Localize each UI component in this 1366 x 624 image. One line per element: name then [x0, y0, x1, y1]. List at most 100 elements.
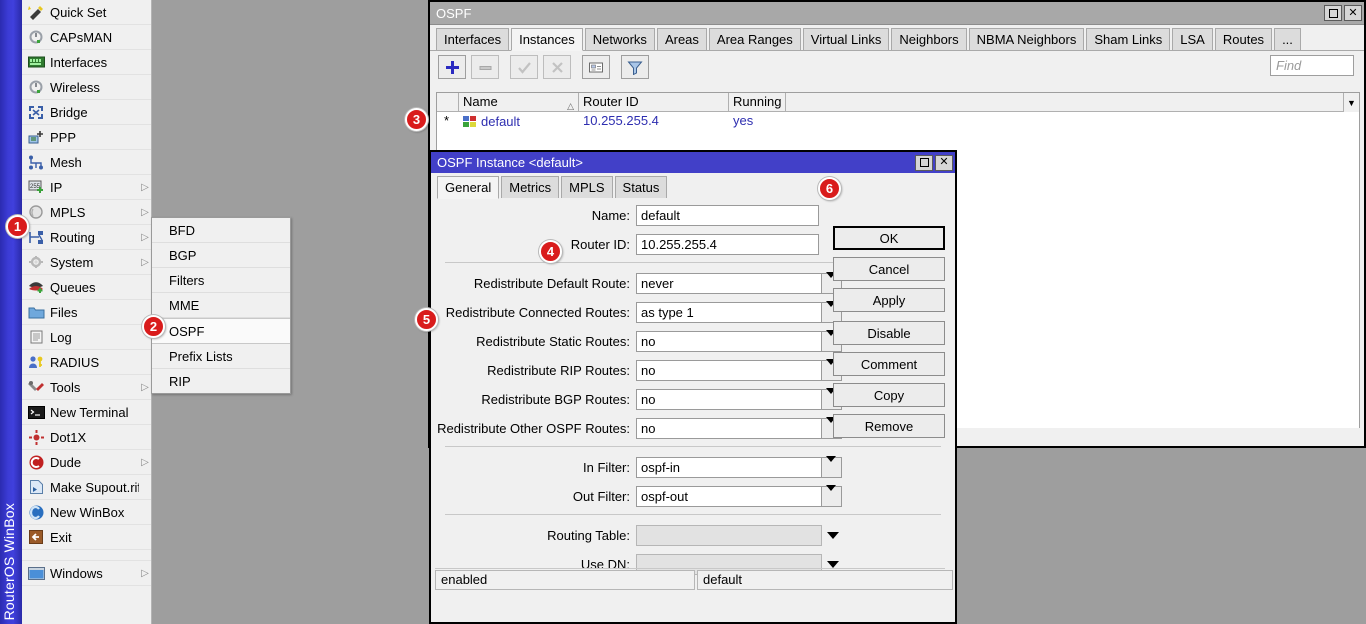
disable-button[interactable]: Disable [833, 321, 945, 345]
dialog-titlebar[interactable]: OSPF Instance <default> ✕ [431, 152, 955, 173]
ospf-toolbar[interactable]: Find [430, 51, 1364, 83]
sidebar-item-ppp[interactable]: PPP [22, 125, 151, 150]
comment-button[interactable] [582, 55, 610, 79]
sidebar-item-ip[interactable]: 255IP▷ [22, 175, 151, 200]
field-label-in-filter: In Filter: [431, 460, 636, 475]
ospf-tab-interfaces[interactable]: Interfaces [436, 28, 509, 50]
ospf-tab-[interactable]: ... [1274, 28, 1301, 50]
dialog-tab-general[interactable]: General [437, 176, 499, 199]
enable-button[interactable] [510, 55, 538, 79]
column-header-running[interactable]: Running [729, 93, 786, 112]
ospf-tab-sham-links[interactable]: Sham Links [1086, 28, 1170, 50]
filter-button[interactable] [621, 55, 649, 79]
dialog-tab-metrics[interactable]: Metrics [501, 176, 559, 198]
sidebar-item-dude[interactable]: Dude▷ [22, 450, 151, 475]
sidebar-item-new-terminal[interactable]: New Terminal [22, 400, 151, 425]
ospf-instance-dialog[interactable]: OSPF Instance <default> ✕ GeneralMetrics… [429, 150, 957, 624]
field-input-router-id[interactable]: 10.255.255.4 [636, 234, 819, 255]
field-row-out-filter: Out Filter:ospf-out [431, 485, 955, 507]
column-header-name[interactable]: Name △ [459, 93, 579, 112]
dropdown-arrow-icon[interactable] [822, 486, 842, 507]
main-menu-sidebar[interactable]: Quick SetCAPsMANInterfacesWireless Bridge… [22, 0, 152, 624]
ospf-tab-instances[interactable]: Instances [511, 28, 583, 51]
routing-submenu-item-ospf[interactable]: OSPF [152, 318, 290, 344]
sidebar-item-interfaces[interactable]: Interfaces [22, 50, 151, 75]
field-input-redistribute-default-route[interactable]: never [636, 273, 822, 294]
ospf-window-title: OSPF [436, 6, 1324, 21]
sidebar-item-bridge[interactable]: Bridge [22, 100, 151, 125]
column-header-router-id[interactable]: Router ID [579, 93, 729, 112]
routing-submenu-item-bfd[interactable]: BFD [152, 218, 290, 243]
chevron-right-icon: ▷ [139, 207, 151, 218]
dialog-restore-icon[interactable] [915, 155, 933, 171]
sidebar-item-system[interactable]: System▷ [22, 250, 151, 275]
ospf-tab-areas[interactable]: Areas [657, 28, 707, 50]
field-input-in-filter[interactable]: ospf-in [636, 457, 822, 478]
dialog-tab-strip[interactable]: GeneralMetricsMPLSStatus [431, 173, 955, 198]
ospf-tab-lsa[interactable]: LSA [1172, 28, 1213, 50]
sidebar-item-files[interactable]: Files [22, 300, 151, 325]
dialog-tab-status[interactable]: Status [615, 176, 668, 198]
ospf-tab-routes[interactable]: Routes [1215, 28, 1272, 50]
sidebar-item-quick-set[interactable]: Quick Set [22, 0, 151, 25]
sidebar-item-dot1x[interactable]: Dot1X [22, 425, 151, 450]
field-input-redistribute-bgp-routes[interactable]: no [636, 389, 822, 410]
sidebar-item-new-winbox[interactable]: New WinBox [22, 500, 151, 525]
sidebar-item-windows[interactable]: Windows▷ [22, 561, 151, 586]
close-icon[interactable]: ✕ [1344, 5, 1362, 21]
apply-button[interactable]: Apply [833, 288, 945, 312]
comment-button[interactable]: Comment [833, 352, 945, 376]
field-input-redistribute-rip-routes[interactable]: no [636, 360, 822, 381]
dialog-button-column[interactable]: OK Cancel Apply Disable Comment Copy Remove [833, 226, 945, 445]
restore-icon[interactable] [1324, 5, 1342, 21]
remove-button[interactable] [471, 55, 499, 79]
ok-button[interactable]: OK [833, 226, 945, 250]
sidebar-item-mesh[interactable]: Mesh [22, 150, 151, 175]
routing-submenu-item-prefix-lists[interactable]: Prefix Lists [152, 344, 290, 369]
copy-button[interactable]: Copy [833, 383, 945, 407]
field-input-name[interactable]: default [636, 205, 819, 226]
sidebar-item-log[interactable]: Log [22, 325, 151, 350]
dropdown-arrow-icon[interactable] [822, 525, 844, 546]
routing-submenu[interactable]: BFDBGPFiltersMMEOSPFPrefix ListsRIP [151, 217, 291, 394]
sidebar-item-radius[interactable]: RADIUS [22, 350, 151, 375]
ospf-tab-nbma-neighbors[interactable]: NBMA Neighbors [969, 28, 1085, 50]
dialog-tab-mpls[interactable]: MPLS [561, 176, 612, 198]
sidebar-item-exit[interactable]: Exit [22, 525, 151, 550]
routing-submenu-item-filters[interactable]: Filters [152, 268, 290, 293]
dropdown-arrow-icon[interactable] [822, 457, 842, 478]
sidebar-item-label: Bridge [50, 105, 139, 120]
field-input-redistribute-connected-routes[interactable]: as type 1 [636, 302, 822, 323]
sidebar-item-mpls[interactable]: MPLS▷ [22, 200, 151, 225]
ospf-tab-area-ranges[interactable]: Area Ranges [709, 28, 801, 50]
sidebar-item-make-supout-rif[interactable]: Make Supout.rif [22, 475, 151, 500]
routing-submenu-item-bgp[interactable]: BGP [152, 243, 290, 268]
routing-submenu-item-mme[interactable]: MME [152, 293, 290, 318]
dialog-close-icon[interactable]: ✕ [935, 155, 953, 171]
ospf-window-titlebar[interactable]: OSPF ✕ [430, 2, 1364, 25]
ospf-tab-strip[interactable]: InterfacesInstancesNetworksAreasArea Ran… [430, 25, 1364, 51]
disable-button[interactable] [543, 55, 571, 79]
field-input-routing-table[interactable] [636, 525, 822, 546]
field-input-redistribute-other-ospf-routes[interactable]: no [636, 418, 822, 439]
search-input[interactable]: Find [1270, 55, 1354, 76]
add-button[interactable] [438, 55, 466, 79]
field-input-redistribute-static-routes[interactable]: no [636, 331, 822, 352]
chevron-down-icon[interactable]: ▼ [1343, 93, 1359, 112]
ospf-tab-virtual-links[interactable]: Virtual Links [803, 28, 890, 50]
column-header-flag[interactable] [437, 93, 459, 112]
ospf-tab-neighbors[interactable]: Neighbors [891, 28, 966, 50]
dot1x-icon [26, 428, 46, 446]
table-row[interactable]: * default 10.255.255.4 yes [437, 112, 1359, 131]
field-input-out-filter[interactable]: ospf-out [636, 486, 822, 507]
sidebar-item-routing[interactable]: Routing▷ [22, 225, 151, 250]
routing-submenu-item-rip[interactable]: RIP [152, 369, 290, 393]
sidebar-item-tools[interactable]: Tools▷ [22, 375, 151, 400]
sidebar-item-queues[interactable]: Queues [22, 275, 151, 300]
sidebar-item-wireless[interactable]: Wireless [22, 75, 151, 100]
remove-button[interactable]: Remove [833, 414, 945, 438]
sort-ascending-icon: △ [567, 97, 574, 112]
cancel-button[interactable]: Cancel [833, 257, 945, 281]
ospf-tab-networks[interactable]: Networks [585, 28, 655, 50]
sidebar-item-capsman[interactable]: CAPsMAN [22, 25, 151, 50]
